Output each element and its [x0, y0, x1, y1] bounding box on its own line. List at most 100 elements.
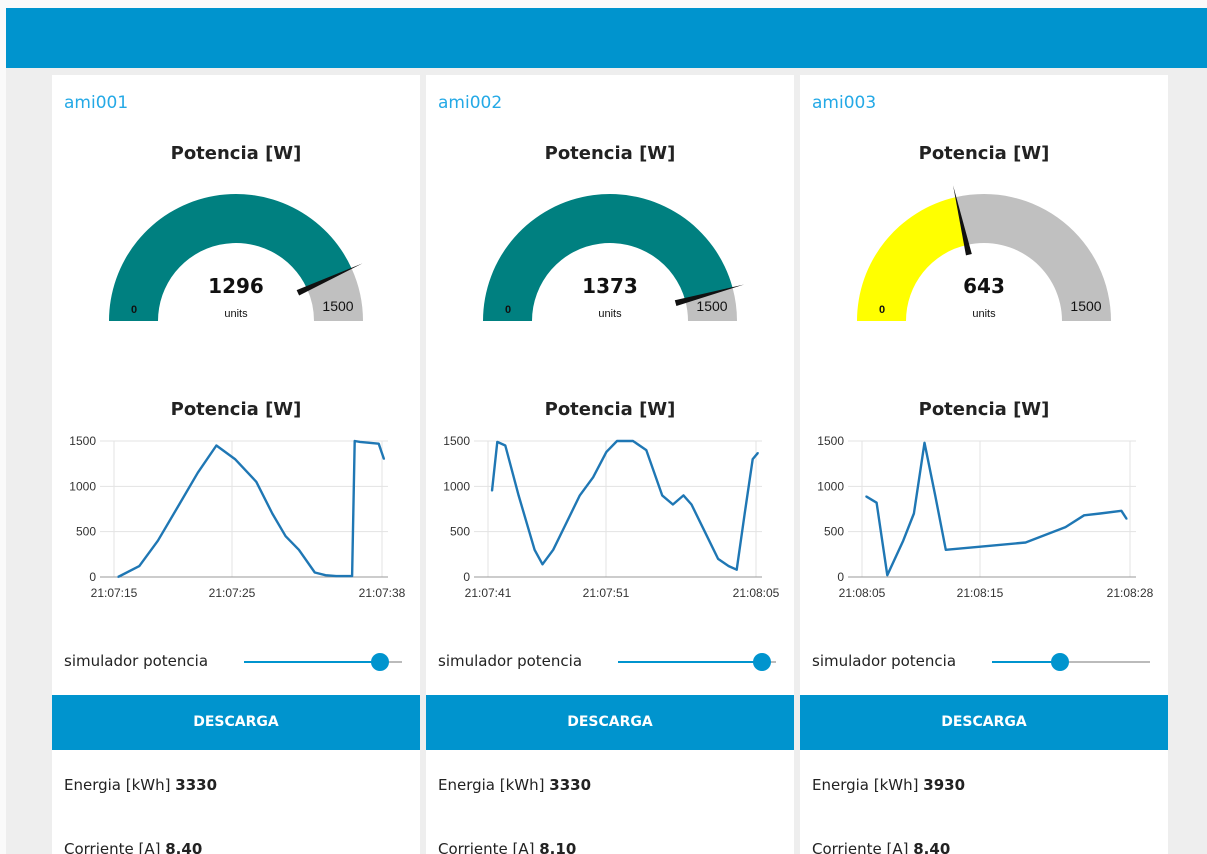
data-point: [298, 549, 300, 551]
data-point: [1120, 510, 1123, 512]
data-point: [902, 539, 904, 542]
data-point: [616, 440, 618, 442]
chart-title: Potencia [W]: [170, 399, 302, 420]
meter-card-ami003: ami003 Potencia [W] 643 units 0 1500 Potencia …: [800, 75, 1168, 854]
gauge-units: units: [972, 308, 996, 320]
power-line-chart: 1500 1000 500 0 21:07:15 21:07:25 21:07:38: [69, 434, 406, 600]
data-point: [377, 442, 380, 445]
y-tick-label: 500: [450, 525, 470, 539]
current-value: 8.40: [165, 840, 203, 854]
download-button[interactable]: DESCARGA: [800, 695, 1168, 750]
slider-label: simulador potencia: [64, 652, 209, 670]
x-tick-label: 21:08:28: [1107, 586, 1154, 600]
slider-fill: [618, 661, 762, 663]
header-bar: [6, 8, 1207, 68]
data-point: [383, 458, 385, 460]
data-point: [865, 495, 867, 498]
gauge-value: 1296: [208, 274, 264, 298]
download-button[interactable]: DESCARGA: [426, 695, 794, 750]
energy-label: Energia [kWh]: [812, 776, 919, 794]
y-tick-label: 1000: [817, 479, 844, 493]
data-point: [984, 545, 987, 547]
data-point: [645, 449, 648, 451]
data-point: [704, 530, 706, 533]
data-point: [215, 444, 218, 447]
data-point: [661, 494, 663, 497]
data-point: [913, 512, 915, 515]
gauge-value-arc: [857, 197, 967, 321]
data-point: [565, 521, 568, 524]
x-tick-label: 21:08:15: [957, 586, 1004, 600]
power-line-chart: 1500 1000 500 0 21:07:41 21:07:51 21:08:05: [443, 434, 779, 600]
data-point: [335, 575, 337, 577]
gauge-min-label: 0: [879, 304, 885, 316]
data-point: [632, 440, 634, 442]
slider-label: simulador potencia: [438, 652, 583, 670]
meter-card-ami001: ami001 Potencia [W] 1296 units 0 1500 Potencia…: [52, 75, 420, 854]
chart-title: Potencia [W]: [918, 399, 1050, 420]
slider-row: simulador potencia: [438, 645, 788, 679]
slider-thumb[interactable]: [752, 653, 771, 671]
data-point: [727, 565, 730, 567]
data-point: [690, 503, 693, 506]
x-tick-label: 21:07:38: [359, 586, 406, 600]
data-point: [351, 575, 353, 577]
card-title: ami002: [438, 93, 503, 113]
data-point: [1064, 526, 1067, 528]
gauge-value: 643: [963, 274, 1005, 298]
data-point: [886, 574, 889, 576]
energy-stat: Energia [kWh] 3930: [812, 776, 965, 794]
current-label: Corriente [A]: [438, 840, 535, 854]
y-tick-label: 1000: [69, 479, 96, 493]
card-title: ami001: [64, 93, 129, 113]
gauge-units: units: [598, 308, 622, 320]
data-point: [533, 549, 536, 551]
slider-thumb[interactable]: [1050, 653, 1069, 671]
y-tick-label: 0: [463, 570, 470, 584]
current-stat: Corriente [A] 8.40: [812, 840, 950, 854]
chart-title: Potencia [W]: [544, 399, 676, 420]
power-simulator-slider[interactable]: [992, 653, 1150, 671]
slider-row: simulador potencia: [64, 645, 414, 679]
y-tick-label: 0: [89, 570, 96, 584]
data-point: [934, 494, 936, 497]
y-tick-label: 500: [76, 525, 96, 539]
data-point: [743, 512, 746, 515]
data-point: [682, 494, 685, 497]
power-gauge: 1296 units 0 1500: [109, 194, 363, 321]
data-point: [751, 458, 754, 460]
energy-stat: Energia [kWh] 3330: [64, 776, 217, 794]
current-label: Corriente [A]: [64, 840, 161, 854]
data-point: [271, 512, 274, 515]
gauge-value: 1373: [582, 274, 638, 298]
data-point: [178, 503, 180, 506]
x-tick-label: 21:07:51: [583, 586, 630, 600]
y-tick-label: 1500: [443, 434, 470, 448]
current-label: Corriente [A]: [812, 840, 909, 854]
current-value: 8.10: [539, 840, 577, 854]
data-point: [1083, 514, 1085, 517]
data-point: [491, 490, 493, 492]
gauge-min-label: 0: [131, 304, 137, 316]
series-line: [117, 439, 386, 579]
slider-label: simulador potencia: [812, 652, 957, 670]
slider-thumb[interactable]: [370, 653, 389, 671]
energy-label: Energia [kWh]: [64, 776, 171, 794]
y-tick-label: 500: [824, 525, 844, 539]
data-point: [314, 571, 316, 574]
y-tick-label: 0: [837, 570, 844, 584]
power-simulator-slider[interactable]: [244, 653, 402, 671]
gauge-title: Potencia [W]: [918, 143, 1050, 164]
current-stat: Corriente [A] 8.40: [64, 840, 202, 854]
data-point: [504, 444, 507, 447]
data-point: [1099, 512, 1101, 515]
data-point: [945, 549, 947, 551]
data-point: [138, 565, 141, 567]
energy-value: 3930: [923, 776, 966, 794]
gauge-units: units: [224, 308, 248, 320]
data-point: [579, 494, 581, 497]
data-point: [735, 568, 738, 571]
download-button[interactable]: DESCARGA: [52, 695, 420, 750]
power-simulator-slider[interactable]: [618, 653, 776, 671]
data-point: [672, 503, 674, 506]
